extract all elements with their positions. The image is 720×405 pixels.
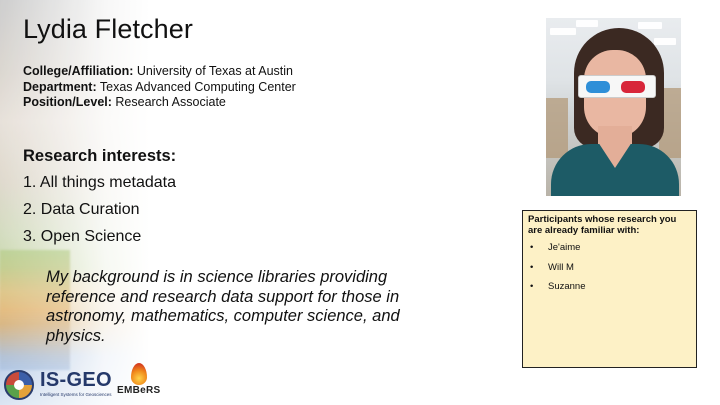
ceiling-light <box>576 20 598 27</box>
interests-heading: Research interests: <box>23 147 177 165</box>
profile-photo <box>546 18 681 196</box>
blue-lens <box>586 81 610 93</box>
3d-glasses-icon <box>578 75 656 98</box>
department-line: Department: Texas Advanced Computing Cen… <box>23 80 296 96</box>
participant-item: • Suzanne <box>528 280 586 300</box>
interest-item: 3. Open Science <box>23 228 142 245</box>
bullet-icon: • <box>530 242 534 253</box>
position-line: Position/Level: Research Associate <box>23 95 296 111</box>
affiliation-value: University of Texas at Austin <box>136 64 293 78</box>
participant-name: Je'aime <box>548 242 581 253</box>
participant-item: • Will M <box>528 261 586 281</box>
participants-box: Participants whose research you are alre… <box>522 210 697 368</box>
participants-title: Participants whose research you are alre… <box>528 214 677 236</box>
position-value: Research Associate <box>115 95 226 109</box>
slide: Lydia Fletcher College/Affiliation: Univ… <box>0 0 720 405</box>
embers-logo: EMBeRS <box>117 363 162 401</box>
isgeo-logo: IS-GEO Intelligent Systems for Geoscienc… <box>4 369 112 402</box>
position-label: Position/Level: <box>23 95 112 109</box>
red-lens <box>621 81 645 93</box>
ceiling-light <box>550 28 576 35</box>
department-value: Texas Advanced Computing Center <box>99 79 296 94</box>
participant-name: Suzanne <box>548 281 586 292</box>
bullet-icon: • <box>530 281 534 292</box>
participants-list: • Je'aime • Will M • Suzanne <box>528 241 586 300</box>
affiliation-block: College/Affiliation: University of Texas… <box>23 64 296 111</box>
interests-list: 1. All things metadata 2. Data Curation … <box>23 172 176 253</box>
interest-item: 1. All things metadata <box>23 174 176 191</box>
bio-text: My background is in science libraries pr… <box>46 268 400 345</box>
participant-item: • Je'aime <box>528 241 586 261</box>
affiliation-label: College/Affiliation: <box>23 64 134 78</box>
interest-item: 2. Data Curation <box>23 201 140 218</box>
shirt-neckline <box>598 142 632 168</box>
isgeo-logo-subtitle: Intelligent Systems for Geosciences <box>40 392 112 397</box>
isgeo-logo-text: IS-GEO <box>40 369 112 391</box>
bookshelf <box>546 98 568 158</box>
person-name: Lydia Fletcher <box>23 14 193 44</box>
isgeo-emblem-icon <box>4 370 34 400</box>
ceiling-light <box>638 22 662 29</box>
affiliation-line: College/Affiliation: University of Texas… <box>23 64 296 80</box>
embers-logo-text: EMBeRS <box>117 385 161 396</box>
department-label: Department: <box>23 79 97 94</box>
participant-name: Will M <box>548 261 574 273</box>
ceiling-light <box>654 38 676 45</box>
bullet-icon: • <box>530 261 534 273</box>
embers-flame-icon <box>131 363 147 385</box>
